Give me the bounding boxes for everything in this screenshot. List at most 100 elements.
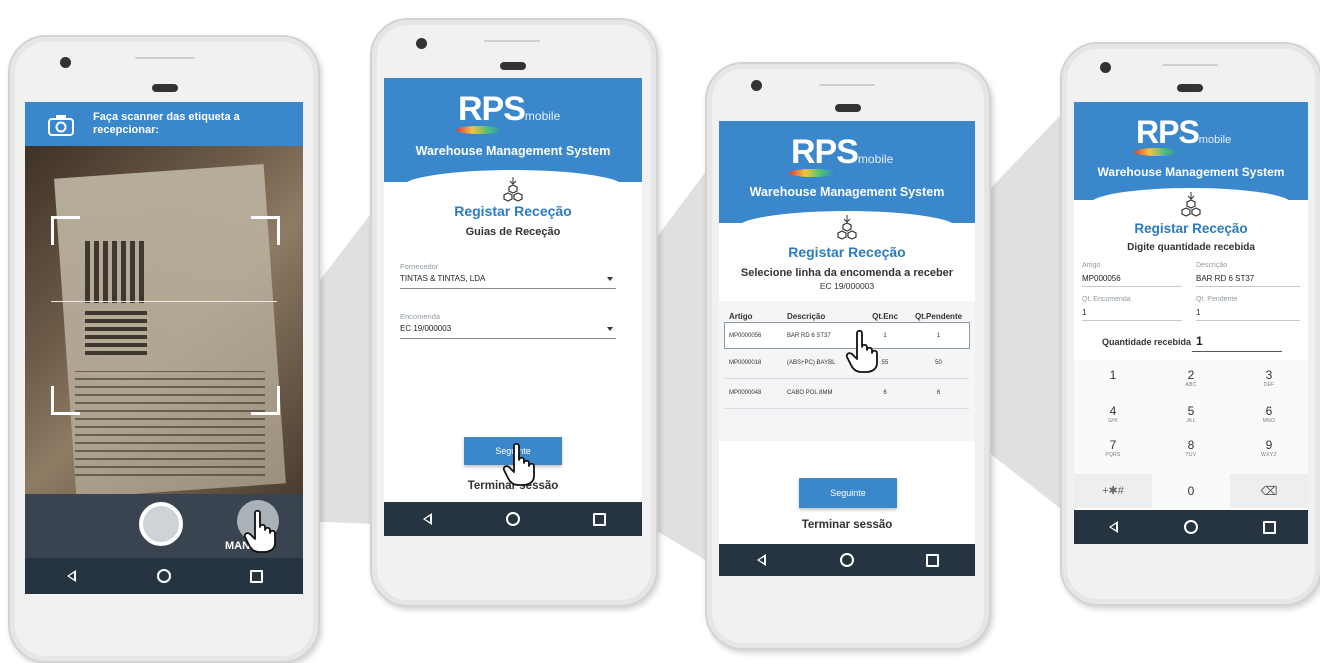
chevron-down-icon[interactable]: [607, 277, 613, 281]
qty-input[interactable]: 1: [1196, 334, 1203, 348]
qt-encomenda-label: Qt. Encomenda: [1082, 296, 1131, 303]
cell-qt-enc: 6: [883, 390, 887, 396]
table-row[interactable]: MP0000048 CABO POL 8MM 6 6: [725, 378, 969, 408]
backspace-icon: ⌫: [1260, 484, 1278, 498]
fornecedor-select[interactable]: TINTAS & TINTAS, LDA: [400, 274, 485, 283]
key-letters: WXYZ: [1261, 452, 1277, 458]
key-digit: 5: [1187, 404, 1195, 418]
logo-sub: mobile: [1198, 134, 1232, 146]
cell-qt-pendente: 50: [935, 359, 942, 366]
brand-header: RPSmobile Warehouse Management System: [1074, 102, 1308, 200]
order-number: EC 19/000003: [819, 281, 875, 291]
key-digit: 0: [1187, 484, 1195, 498]
recents-icon[interactable]: [917, 545, 947, 575]
screen-heading: Guias de Receção: [465, 226, 561, 238]
recents-icon[interactable]: [1254, 512, 1284, 542]
column-header: Descrição: [787, 311, 826, 321]
home-icon[interactable]: [498, 504, 528, 534]
key-0[interactable]: 0: [1152, 474, 1230, 508]
key-3[interactable]: 3 DEF: [1230, 368, 1308, 402]
key-2[interactable]: 2 ABC: [1152, 368, 1230, 402]
back-icon[interactable]: [56, 561, 86, 591]
hand-pointer-icon: [502, 442, 535, 486]
cell-artigo: MP0000018: [729, 359, 762, 366]
key-digit: 9: [1265, 438, 1273, 452]
artigo-value: MP000056: [1082, 274, 1121, 283]
scanner-header: Faça scanner das etiqueta a recepcionar:: [25, 102, 303, 146]
qt-encomenda-value: 1: [1082, 308, 1087, 317]
brand-subtitle: Warehouse Management System: [749, 185, 945, 199]
recents-icon[interactable]: [584, 504, 614, 534]
nav-bar: [25, 558, 303, 594]
key-1[interactable]: 1: [1074, 368, 1152, 402]
key-digit: 2: [1187, 368, 1195, 382]
screen-title: Registar Receção: [788, 244, 906, 260]
phone-quantity: RPSmobile Warehouse Management System Re…: [1060, 42, 1320, 606]
encomenda-select[interactable]: EC 19/000003: [400, 324, 451, 333]
key-digit: 4: [1109, 404, 1117, 418]
back-icon[interactable]: [1098, 512, 1128, 542]
brand-header: RPSmobile Warehouse Management System: [719, 121, 975, 223]
key-9[interactable]: 9 WXYZ: [1230, 438, 1308, 472]
screen-heading: Digite quantidade recebida: [1127, 242, 1255, 253]
key-digit: 6: [1265, 404, 1273, 418]
back-icon[interactable]: [747, 545, 777, 575]
brand-header: RPSmobile Warehouse Management System: [384, 78, 642, 182]
key-6[interactable]: 6 MNO: [1230, 404, 1308, 438]
phone-scanner: Faça scanner das etiqueta a recepcionar:…: [8, 35, 320, 663]
hand-pointer-icon: [845, 329, 878, 373]
key-letters: GHI: [1108, 418, 1118, 424]
home-icon[interactable]: [149, 561, 179, 591]
column-header: Qt.Pendente: [914, 311, 963, 321]
shutter-button[interactable]: [139, 502, 183, 546]
key-letters: TUV: [1185, 452, 1197, 458]
nav-bar: [1074, 510, 1308, 544]
nav-bar: [384, 502, 642, 536]
hand-pointer-icon: [243, 509, 276, 553]
encomenda-label: Encomenda: [400, 312, 441, 321]
key-digit: +✱#: [1102, 485, 1124, 497]
screen-heading: Selecione linha da encomenda a receber: [740, 267, 954, 279]
key-7[interactable]: 7 PQRS: [1074, 438, 1152, 472]
key-digit: 7: [1109, 438, 1117, 452]
column-header: Artigo: [729, 311, 753, 321]
quantity-screen: RPSmobile Warehouse Management System Re…: [1074, 102, 1308, 544]
scan-prompt: Faça scanner das etiqueta a recepcionar:: [93, 111, 240, 136]
backspace-key[interactable]: ⌫: [1230, 474, 1308, 508]
next-button[interactable]: Seguinte: [799, 478, 897, 508]
logo-sub: mobile: [524, 109, 561, 123]
logo: RPSmobile: [458, 90, 560, 129]
logo-swoosh: [1134, 148, 1180, 156]
fornecedor-label: Fornecedor: [400, 262, 439, 271]
boxes-icon: [503, 177, 523, 202]
logo-swoosh: [789, 169, 837, 177]
key-letters: JKL: [1186, 418, 1196, 424]
logout-link[interactable]: Terminar sessão: [719, 519, 975, 531]
key-8[interactable]: 8 TUV: [1152, 438, 1230, 472]
brand-subtitle: Warehouse Management System: [1097, 165, 1285, 179]
camera-icon[interactable]: [47, 114, 75, 136]
logo: RPSmobile: [1136, 114, 1231, 151]
key-4[interactable]: 4 GHI: [1074, 404, 1152, 438]
key-symbols[interactable]: +✱#: [1074, 474, 1152, 508]
key-5[interactable]: 5 JKL: [1152, 404, 1230, 438]
chevron-down-icon[interactable]: [607, 327, 613, 331]
back-icon[interactable]: [412, 504, 442, 534]
key-letters: ABC: [1185, 382, 1197, 388]
key-digit: 8: [1187, 438, 1195, 452]
label-text-image: [75, 371, 265, 476]
phone-lines: RPSmobile Warehouse Management System Re…: [705, 62, 991, 650]
qt-pendente-label: Qt. Pendente: [1196, 296, 1238, 303]
key-letters: PQRS: [1105, 452, 1121, 458]
cell-qt-pendente: 6: [936, 390, 941, 396]
cell-qt-pendente: 1: [936, 332, 941, 339]
home-icon[interactable]: [832, 545, 862, 575]
home-icon[interactable]: [1176, 512, 1206, 542]
screen-title: Registar Receção: [454, 203, 572, 219]
cell-artigo: MP0000048: [729, 390, 762, 396]
recents-icon[interactable]: [242, 561, 272, 591]
qt-pendente-value: 1: [1196, 308, 1201, 317]
qr-code-image-2: [85, 311, 147, 355]
logo-main: RPS: [791, 133, 859, 171]
artigo-label: Artigo: [1082, 262, 1101, 269]
